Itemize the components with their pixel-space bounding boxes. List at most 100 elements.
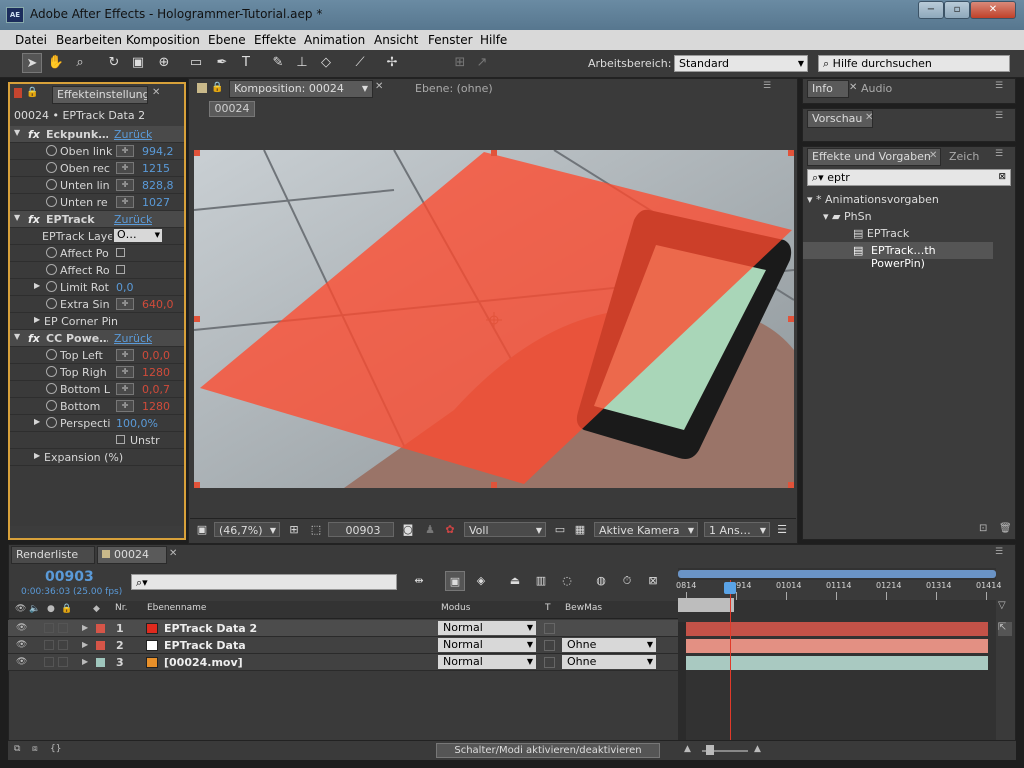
menu-ansicht[interactable]: Ansicht: [374, 33, 418, 47]
effect-row[interactable]: EPTrack Laye O… ▼: [10, 228, 184, 245]
selection-tool-icon[interactable]: ➤: [22, 53, 42, 73]
axis-tool-icon[interactable]: ⊞: [450, 53, 470, 73]
property-value[interactable]: 1280: [142, 400, 184, 413]
panel-menu-icon[interactable]: ☰: [995, 149, 1003, 159]
checkbox[interactable]: [116, 435, 125, 444]
safe-margins-icon[interactable]: ⊞: [284, 520, 304, 540]
lock-icon[interactable]: 🔒: [26, 87, 38, 98]
snapshot-camera-icon[interactable]: ◙: [398, 520, 418, 540]
comp-button-icon[interactable]: ⇱: [998, 622, 1012, 636]
mask-visibility-icon[interactable]: ⬚: [306, 520, 326, 540]
expand-arrow-icon[interactable]: ▶: [34, 315, 40, 324]
effect-row[interactable]: Oben link ✛ 994,2: [10, 143, 184, 160]
stopwatch-icon[interactable]: [46, 298, 57, 309]
menu-datei[interactable]: Datei: [15, 33, 47, 47]
draft-3d-icon[interactable]: ▣: [445, 571, 465, 591]
rotate-tool-icon[interactable]: ↻: [104, 53, 124, 73]
transform-handle[interactable]: [788, 150, 794, 156]
expand-arrow-icon[interactable]: ▶: [82, 623, 88, 632]
new-preset-icon[interactable]: ⊡: [979, 523, 987, 534]
stopwatch-icon[interactable]: [46, 383, 57, 394]
effect-row[interactable]: Unten re ✛ 1027: [10, 194, 184, 211]
menu-ebene[interactable]: Ebene: [208, 33, 246, 47]
region-of-interest-icon[interactable]: ▭: [550, 520, 570, 540]
lock-toggle[interactable]: [58, 657, 68, 667]
layer-label-color[interactable]: [96, 658, 105, 667]
effect-row[interactable]: Extra Sin ✛ 640,0: [10, 296, 184, 313]
blend-mode-dropdown[interactable]: Normal ▼: [438, 621, 536, 635]
expand-arrow-icon[interactable]: ▼: [14, 128, 20, 137]
rectangle-tool-icon[interactable]: ▭: [186, 53, 206, 73]
transparency-grid-icon[interactable]: ▦: [570, 520, 590, 540]
lock-toggle[interactable]: [58, 623, 68, 633]
comp-breadcrumb-chip[interactable]: 00024: [209, 101, 255, 117]
layer-bar-1[interactable]: [686, 622, 988, 636]
layer-label-color[interactable]: [96, 641, 105, 650]
tab-render-queue[interactable]: Renderliste: [11, 546, 95, 564]
visibility-eye-icon[interactable]: 👁: [16, 640, 27, 650]
property-value[interactable]: 0,0,7: [142, 383, 184, 396]
crosshair-icon[interactable]: ✛: [116, 179, 134, 191]
roto-brush-tool-icon[interactable]: ⟋: [350, 53, 370, 73]
close-button[interactable]: ✕: [970, 1, 1016, 19]
clone-stamp-tool-icon[interactable]: ⊥: [292, 53, 312, 73]
property-value[interactable]: 1215: [142, 162, 184, 175]
effect-row[interactable]: ▼ fx EPTrack Zurück: [10, 211, 184, 228]
frame-blending-icon[interactable]: ▥: [531, 571, 551, 591]
close-icon[interactable]: ✕: [169, 548, 177, 559]
crosshair-icon[interactable]: ✛: [116, 162, 134, 174]
toggle-switches-modes-button[interactable]: Schalter/Modi aktivieren/deaktivieren: [436, 743, 660, 758]
crosshair-icon[interactable]: ✛: [116, 400, 134, 412]
crosshair-icon[interactable]: ✛: [116, 196, 134, 208]
work-area-bar[interactable]: [678, 570, 996, 578]
always-preview-icon[interactable]: ▣: [192, 520, 212, 540]
clear-search-icon[interactable]: ⊠: [998, 170, 1006, 185]
property-value[interactable]: 1027: [142, 196, 184, 209]
layer-row[interactable]: 👁 ▶ 3 [00024.mov] Normal ▼ Ohne ▼: [8, 654, 678, 671]
property-value[interactable]: 0,0: [116, 281, 184, 294]
reset-link[interactable]: Zurück: [114, 213, 152, 226]
resolution-dropdown[interactable]: Voll ▼: [464, 522, 546, 537]
timeline-graph-area[interactable]: 0814 00914 01014 01114 01214 01314 01414: [676, 568, 1001, 740]
show-snapshot-icon[interactable]: ♟: [420, 520, 440, 540]
stopwatch-icon[interactable]: [46, 417, 57, 428]
visibility-eye-icon[interactable]: 👁: [16, 623, 27, 633]
property-value[interactable]: 994,2: [142, 145, 184, 158]
effect-row[interactable]: ▶ Limit Rot 0,0: [10, 279, 184, 296]
zoom-dropdown[interactable]: (46,7%) ▼: [214, 522, 280, 537]
tab-timeline-comp[interactable]: 00024: [97, 546, 167, 564]
close-icon[interactable]: ✕: [152, 87, 160, 98]
fx-icon[interactable]: fx: [28, 213, 40, 226]
transform-handle[interactable]: [788, 316, 794, 322]
delete-icon[interactable]: 🗑: [999, 523, 1012, 534]
menu-hilfe[interactable]: Hilfe: [480, 33, 507, 47]
camera-tool-icon[interactable]: ▣: [128, 53, 148, 73]
blend-mode-dropdown[interactable]: Normal ▼: [438, 638, 536, 652]
checkbox[interactable]: [116, 248, 125, 257]
text-tool-icon[interactable]: T: [236, 53, 256, 73]
fx-icon[interactable]: fx: [28, 128, 40, 141]
expand-arrow-icon[interactable]: ▼: [14, 332, 20, 341]
reset-link[interactable]: Zurück: [114, 332, 152, 345]
solo-toggle[interactable]: [44, 657, 54, 667]
stopwatch-icon[interactable]: [46, 400, 57, 411]
stopwatch-icon[interactable]: [46, 349, 57, 360]
playhead-handle[interactable]: [724, 582, 736, 594]
stopwatch-icon[interactable]: [46, 366, 57, 377]
checkbox[interactable]: [116, 265, 125, 274]
zoom-in-icon[interactable]: ▲: [754, 744, 761, 754]
view-options-icon[interactable]: ☰: [772, 520, 792, 540]
close-icon[interactable]: ✕: [849, 82, 857, 93]
effect-row[interactable]: Top Righ ✛ 1280: [10, 364, 184, 381]
expand-arrow-icon[interactable]: ▶: [82, 657, 88, 666]
layer-label-color[interactable]: [96, 624, 105, 633]
effect-row[interactable]: Unstr: [10, 432, 184, 449]
transform-handle[interactable]: [194, 316, 200, 322]
stopwatch-icon[interactable]: [46, 145, 57, 156]
menu-animation[interactable]: Animation: [304, 33, 365, 47]
menu-komposition[interactable]: Komposition: [126, 33, 200, 47]
fx-icon[interactable]: fx: [28, 332, 40, 345]
effect-row[interactable]: Affect Po: [10, 245, 184, 262]
motion-blur-icon[interactable]: ◌: [557, 571, 577, 591]
effect-row[interactable]: Unten lin ✛ 828,8: [10, 177, 184, 194]
